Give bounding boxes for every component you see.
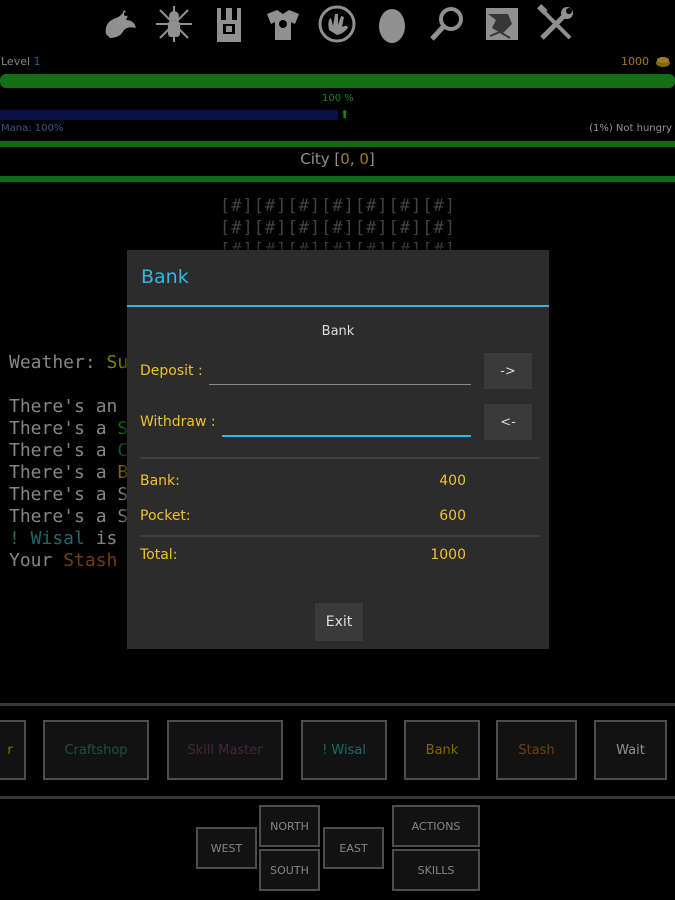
deposit-label: Deposit : xyxy=(140,363,203,379)
pocket-value: 600 xyxy=(439,508,466,524)
dialog-divider xyxy=(140,535,540,537)
total-label: Total: xyxy=(140,547,178,563)
bank-balance-label: Bank: xyxy=(140,473,180,489)
exit-button[interactable]: Exit xyxy=(314,602,364,642)
dialog-title: Bank xyxy=(141,266,189,288)
dialog-title-divider xyxy=(127,305,549,307)
bank-balance-value: 400 xyxy=(439,473,466,489)
bank-dialog: Bank Bank Deposit : -> Withdraw : <- Ban… xyxy=(127,250,549,649)
withdraw-label: Withdraw : xyxy=(140,414,216,430)
deposit-button[interactable]: -> xyxy=(483,352,533,390)
dialog-subtitle: Bank xyxy=(321,324,355,339)
deposit-input[interactable] xyxy=(209,358,471,385)
withdraw-input[interactable] xyxy=(222,409,471,437)
dialog-divider xyxy=(140,457,540,459)
withdraw-button[interactable]: <- xyxy=(483,403,533,441)
total-value: 1000 xyxy=(430,547,466,563)
pocket-label: Pocket: xyxy=(140,508,191,524)
